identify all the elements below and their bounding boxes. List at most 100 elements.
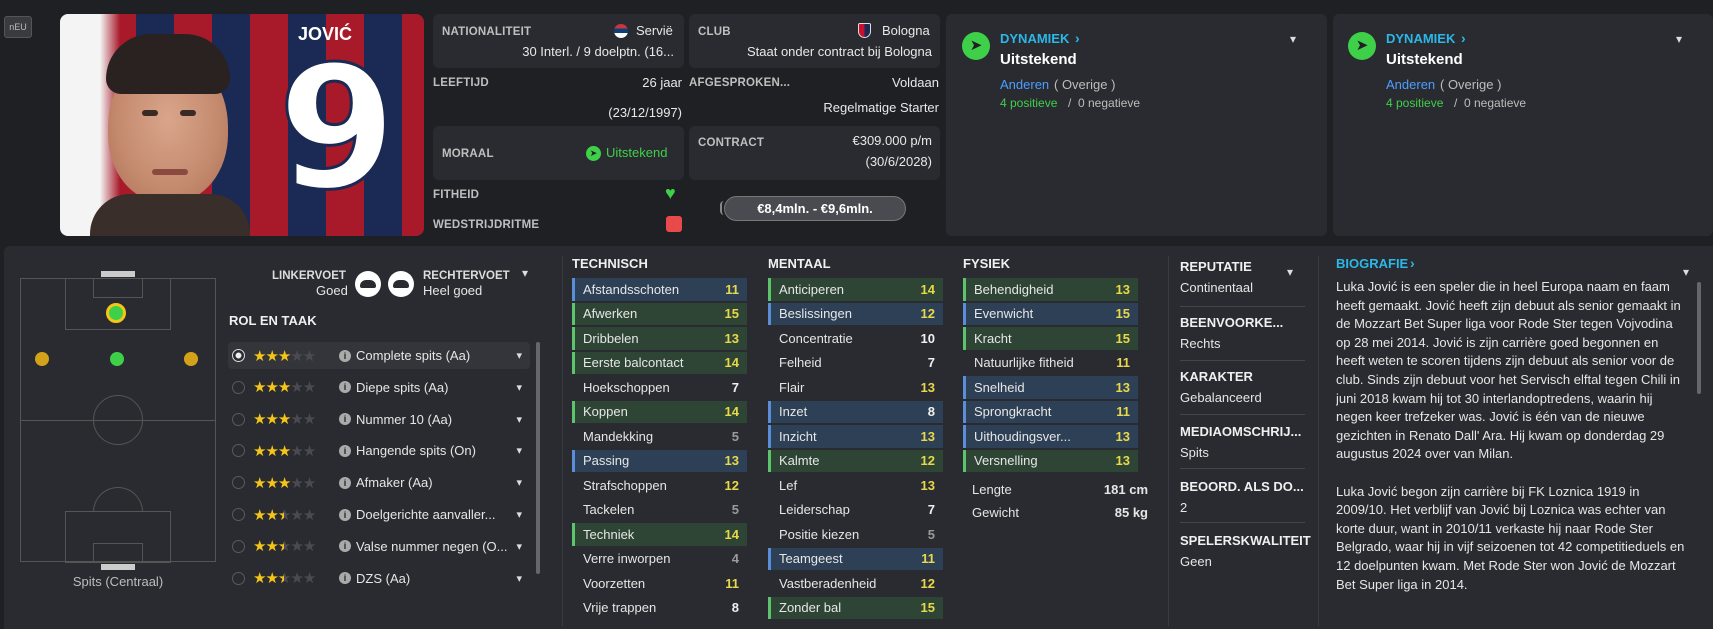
info-icon[interactable]: i — [339, 572, 351, 585]
info-icon[interactable]: i — [339, 381, 351, 394]
pitch-position-aml[interactable] — [35, 352, 49, 366]
role-radio[interactable] — [232, 571, 245, 585]
attribute-value: 11 — [921, 551, 935, 567]
attribute-row[interactable]: Verre inworpen 4 — [572, 548, 747, 571]
role-expand-chevron-icon[interactable]: ▾ — [516, 413, 522, 426]
pitch-position-st-selected[interactable] — [106, 303, 126, 323]
attribute-row[interactable]: Strafschoppen 12 — [572, 474, 747, 497]
info-icon[interactable]: i — [339, 349, 351, 362]
dynamics-group[interactable]: Anderen — [1386, 77, 1435, 92]
morale-arrow-icon: ➤ — [586, 146, 601, 161]
info-icon[interactable]: i — [339, 508, 351, 521]
attribute-row[interactable]: Felheid 7 — [768, 352, 943, 375]
club-value[interactable]: Bologna — [882, 23, 930, 38]
role-option[interactable]: ★★★★★ i Complete spits (Aa) ▾ — [228, 342, 530, 369]
attribute-row[interactable]: Techniek 14 — [572, 523, 747, 546]
roles-scrollbar[interactable] — [536, 342, 540, 574]
role-radio[interactable] — [232, 380, 245, 394]
attribute-value: 14 — [724, 355, 739, 371]
attribute-row[interactable]: Zonder bal 15 — [768, 596, 943, 619]
feet-collapse-chevron-icon[interactable]: ▾ — [522, 266, 528, 280]
attribute-row[interactable]: Voorzetten 11 — [572, 572, 747, 595]
pitch-position-amr[interactable] — [184, 352, 198, 366]
role-option[interactable]: ★★★★★ i Valse nummer negen (O... ▾ — [228, 533, 530, 560]
attribute-row[interactable]: Passing 13 — [572, 449, 747, 472]
dynamics-group[interactable]: Anderen — [1000, 77, 1049, 92]
attribute-row[interactable]: Inzicht 13 — [768, 425, 943, 448]
attribute-row[interactable]: Evenwicht 15 — [963, 302, 1138, 325]
attribute-row[interactable]: Vrije trappen 8 — [572, 597, 747, 620]
attribute-row[interactable]: Lef 13 — [768, 474, 943, 497]
role-radio[interactable] — [232, 508, 245, 521]
attribute-row[interactable]: Kracht 15 — [963, 327, 1138, 350]
attribute-row[interactable]: Flair 13 — [768, 376, 943, 399]
attribute-row[interactable]: Beslissingen 12 — [768, 302, 943, 325]
dynamics-title-link[interactable]: DYNAMIEK — [1386, 31, 1455, 46]
role-expand-chevron-icon[interactable]: ▾ — [516, 381, 522, 394]
role-expand-chevron-icon[interactable]: ▾ — [516, 572, 522, 585]
pitch-position-amc[interactable] — [110, 352, 124, 366]
role-radio[interactable] — [232, 412, 245, 426]
role-option[interactable]: ★★★★★ i Afmaker (Aa) ▾ — [228, 469, 530, 496]
role-expand-chevron-icon[interactable]: ▾ — [516, 444, 522, 457]
attribute-value: 14 — [724, 526, 739, 542]
biography-title-link[interactable]: BIOGRAFIE — [1336, 256, 1408, 271]
attribute-row[interactable]: Afstandsschoten 11 — [572, 278, 747, 301]
dynamics-collapse-chevron-icon[interactable]: ▾ — [1676, 32, 1682, 46]
reputation-collapse-chevron-icon[interactable]: ▾ — [1287, 265, 1293, 279]
role-expand-chevron-icon[interactable]: ▾ — [516, 349, 522, 362]
attribute-row[interactable]: Eerste balcontact 14 — [572, 351, 747, 374]
attribute-row[interactable]: Tackelen 5 — [572, 499, 747, 522]
role-radio[interactable] — [232, 539, 245, 553]
attribute-value: 14 — [920, 281, 935, 297]
technical-attributes-title: TECHNISCH — [572, 256, 648, 271]
attribute-row[interactable]: Anticiperen 14 — [768, 278, 943, 301]
attribute-row[interactable]: Afwerken 15 — [572, 302, 747, 325]
biography-scrollbar[interactable] — [1697, 282, 1701, 394]
attribute-row[interactable]: Mandekking 5 — [572, 425, 747, 448]
attribute-row[interactable]: Behendigheid 13 — [963, 278, 1138, 301]
attribute-name: Snelheid — [974, 379, 1025, 395]
attribute-row[interactable]: Concentratie 10 — [768, 327, 943, 350]
attribute-name: Mandekking — [583, 428, 654, 444]
attribute-row[interactable]: Teamgeest 11 — [768, 547, 943, 570]
role-expand-chevron-icon[interactable]: ▾ — [516, 508, 522, 521]
attribute-row[interactable]: Inzet 8 — [768, 400, 943, 423]
role-expand-chevron-icon[interactable]: ▾ — [516, 540, 522, 553]
nationality-value[interactable]: Servië — [636, 23, 673, 38]
side-separator — [1180, 306, 1305, 307]
role-radio[interactable] — [232, 444, 245, 458]
attribute-value: 7 — [927, 355, 935, 371]
attribute-value: 13 — [920, 477, 935, 493]
attribute-name: Natuurlijke fitheid — [974, 355, 1074, 371]
attribute-row[interactable]: Sprongkracht 11 — [963, 400, 1138, 423]
attribute-row[interactable]: Natuurlijke fitheid 11 — [963, 352, 1138, 375]
role-option[interactable]: ★★★★★ i Diepe spits (Aa) ▾ — [228, 374, 530, 401]
role-option[interactable]: ★★★★★ i Doelgerichte aanvaller... ▾ — [228, 501, 530, 528]
attribute-row[interactable]: Snelheid 13 — [963, 376, 1138, 399]
info-icon[interactable]: i — [339, 476, 351, 489]
role-expand-chevron-icon[interactable]: ▾ — [516, 476, 522, 489]
role-option[interactable]: ★★★★★ i DZS (Aa) ▾ — [228, 565, 530, 592]
info-icon[interactable]: i — [339, 444, 351, 457]
role-option[interactable]: ★★★★★ i Nummer 10 (Aa) ▾ — [228, 406, 530, 433]
transfer-value-pill[interactable]: €8,4mln. - €9,6mln. — [724, 196, 906, 221]
attribute-row[interactable]: Hoekschoppen 7 — [572, 376, 747, 399]
attribute-row[interactable]: Kalmte 12 — [768, 449, 943, 472]
biography-collapse-chevron-icon[interactable]: ▾ — [1683, 265, 1689, 279]
preferred-foot-value: Rechts — [1180, 336, 1221, 351]
attribute-row[interactable]: Leiderschap 7 — [768, 499, 943, 522]
attribute-row[interactable]: Positie kiezen 5 — [768, 523, 943, 546]
dynamics-title-link[interactable]: DYNAMIEK — [1000, 31, 1069, 46]
info-icon[interactable]: i — [339, 540, 351, 553]
role-radio[interactable] — [232, 476, 245, 490]
info-icon[interactable]: i — [339, 413, 351, 426]
attribute-row[interactable]: Uithoudingsver... 13 — [963, 425, 1138, 448]
attribute-row[interactable]: Dribbelen 13 — [572, 327, 747, 350]
attribute-row[interactable]: Vastberadenheid 12 — [768, 572, 943, 595]
attribute-row[interactable]: Versnelling 13 — [963, 449, 1138, 472]
role-option[interactable]: ★★★★★ i Hangende spits (On) ▾ — [228, 437, 530, 464]
attribute-row[interactable]: Koppen 14 — [572, 400, 747, 423]
role-radio[interactable] — [232, 349, 245, 362]
dynamics-collapse-chevron-icon[interactable]: ▾ — [1290, 32, 1296, 46]
